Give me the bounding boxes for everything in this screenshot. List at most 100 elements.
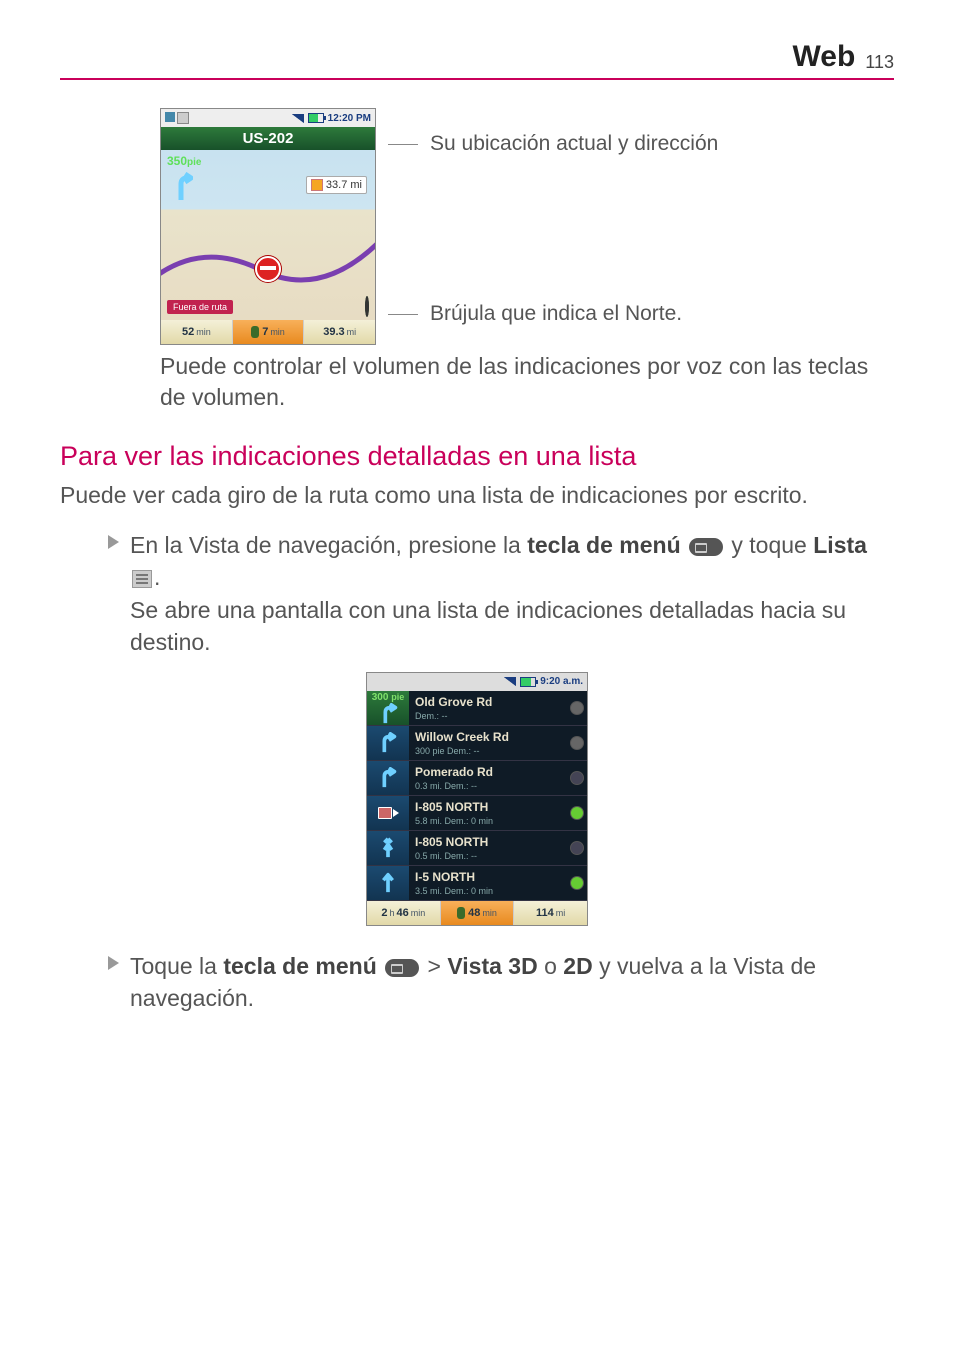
road-meta: 0.5 mi. Dem.: -- xyxy=(415,851,561,861)
trip-time-total: 52min xyxy=(161,320,233,344)
trip-info-bar: 52min 7min 39.3mi xyxy=(161,320,375,344)
traffic-icon xyxy=(251,326,259,338)
header-title: Web xyxy=(793,40,856,74)
bullet-arrow-icon xyxy=(108,956,119,970)
traffic-dot-icon xyxy=(570,701,584,715)
gps-icon xyxy=(165,112,175,122)
menu-key-icon xyxy=(689,538,723,556)
direction-text: Pomerado Rd 0.3 mi. Dem.: -- xyxy=(409,761,567,795)
header-page-number: 113 xyxy=(865,52,894,73)
battery-icon xyxy=(520,677,536,687)
directions-list: 300 pie Old Grove Rd Dem.: -- Willow Creek … xyxy=(367,691,587,901)
poi-icon xyxy=(311,179,323,191)
direction-icon-cell xyxy=(367,866,409,900)
remaining-distance-box: 33.7 mi xyxy=(306,176,367,194)
signal-icon xyxy=(504,677,516,686)
direction-row: I-5 NORTH 3.5 mi. Dem.: 0 min xyxy=(367,866,587,901)
direction-row: Willow Creek Rd 300 pie Dem.: -- xyxy=(367,726,587,761)
section-heading: Para ver las indicaciones detalladas en … xyxy=(60,441,894,472)
step1-text-d: Se abre una pantalla con una lista de in… xyxy=(130,597,846,655)
trip-distance-2: 114mi xyxy=(514,901,587,925)
road-name: Old Grove Rd xyxy=(415,695,561,709)
step2-text-b: > xyxy=(428,953,448,979)
direction-row: 300 pie Old Grove Rd Dem.: -- xyxy=(367,691,587,726)
direction-icon-cell xyxy=(367,761,409,795)
road-name: Pomerado Rd xyxy=(415,765,561,779)
menu-key-icon xyxy=(385,959,419,977)
direction-row: I-805 NORTH 0.5 mi. Dem.: -- xyxy=(367,831,587,866)
direction-row: Pomerado Rd 0.3 mi. Dem.: -- xyxy=(367,761,587,796)
direction-icon-cell xyxy=(367,831,409,865)
step1-text-a: En la Vista de navegación, presione la xyxy=(130,532,527,558)
statusbar: 12:20 PM xyxy=(161,109,375,127)
road-meta: 300 pie Dem.: -- xyxy=(415,746,561,756)
trip-info-bar-2: 2h 46min 48min 114mi xyxy=(367,901,587,925)
page-header: Web 113 xyxy=(60,40,894,80)
trip-distance: 39.3mi xyxy=(304,320,375,344)
traffic-dot-icon xyxy=(570,876,584,890)
status-time: 12:20 PM xyxy=(328,113,371,124)
vista-3d-label: Vista 3D xyxy=(447,953,537,979)
annotation-location-text: Su ubicación actual y dirección xyxy=(430,132,718,156)
turn-right-icon xyxy=(377,767,399,789)
menu-key-label-2: tecla de menú xyxy=(223,953,376,979)
traffic-dot-cell xyxy=(567,796,587,830)
distance-number: 350 xyxy=(167,154,187,168)
traffic-dot-cell xyxy=(567,831,587,865)
traffic-dot-cell xyxy=(567,866,587,900)
road-meta: 3.5 mi. Dem.: 0 min xyxy=(415,886,561,896)
turn-arrow-icon xyxy=(169,172,193,202)
statusbar-2: 9:20 a.m. xyxy=(367,673,587,691)
step2-text-c: o xyxy=(538,953,564,979)
road-meta: 5.8 mi. Dem.: 0 min xyxy=(415,816,561,826)
step1-text-b: y toque xyxy=(731,532,813,558)
current-road-label: US-202 xyxy=(243,130,294,147)
direction-icon-cell xyxy=(367,726,409,760)
merge-icon xyxy=(377,837,399,859)
caption-volume: Puede controlar el volumen de las indica… xyxy=(160,351,894,413)
annotation-compass: Brújula que indica el Norte. xyxy=(398,302,718,326)
step2-text-a: Toque la xyxy=(130,953,223,979)
step1-text-c: . xyxy=(154,564,160,590)
compass-icon xyxy=(365,296,369,317)
traffic-dot-icon xyxy=(570,736,584,750)
traffic-dot-icon xyxy=(570,841,584,855)
annotation-location: Su ubicación actual y dirección xyxy=(398,132,718,156)
direction-text: I-805 NORTH 0.5 mi. Dem.: -- xyxy=(409,831,567,865)
traffic-dot-cell xyxy=(567,691,587,725)
phone-screenshot-nav: 12:20 PM US-202 350pie 33.7 mi xyxy=(160,108,376,345)
turn-right-icon xyxy=(377,732,399,754)
traffic-dot-icon xyxy=(570,771,584,785)
annotation-compass-text: Brújula que indica el Norte. xyxy=(430,302,682,326)
road-name: Willow Creek Rd xyxy=(415,730,561,744)
step-return-3d: Toque la tecla de menú > Vista 3D o 2D y… xyxy=(130,950,894,1014)
status-time-2: 9:20 a.m. xyxy=(540,676,583,687)
traffic-dot-cell xyxy=(567,726,587,760)
no-entry-icon xyxy=(255,256,281,282)
figure-directions-list: 9:20 a.m. 300 pie Old Grove Rd Dem.: -- Wil… xyxy=(60,672,894,926)
road-meta: 0.3 mi. Dem.: -- xyxy=(415,781,561,791)
battery-icon xyxy=(308,113,324,123)
lista-label: Lista xyxy=(813,532,867,558)
road-name: I-805 NORTH xyxy=(415,800,561,814)
straight-icon xyxy=(377,872,399,894)
section-intro: Puede ver cada giro de la ruta como una … xyxy=(60,480,894,511)
step-open-list: En la Vista de navegación, presione la t… xyxy=(130,529,894,658)
road-name: I-5 NORTH xyxy=(415,870,561,884)
direction-text: Old Grove Rd Dem.: -- xyxy=(409,691,567,725)
traffic-dot-icon xyxy=(570,806,584,820)
direction-text: I-5 NORTH 3.5 mi. Dem.: 0 min xyxy=(409,866,567,900)
direction-icon-cell: 300 pie xyxy=(367,691,409,725)
remaining-distance-value: 33.7 mi xyxy=(326,179,362,191)
menu-key-label: tecla de menú xyxy=(527,532,680,558)
direction-icon-cell xyxy=(367,796,409,830)
off-route-badge: Fuera de ruta xyxy=(167,300,233,314)
next-turn-distance: 350pie xyxy=(167,154,201,168)
vista-2d-label: 2D xyxy=(563,953,592,979)
road-meta: Dem.: -- xyxy=(415,711,561,721)
road-name: I-805 NORTH xyxy=(415,835,561,849)
sync-icon xyxy=(177,112,189,124)
signal-icon xyxy=(292,114,304,123)
trip-time-next-2: 48min xyxy=(441,901,515,925)
direction-text: I-805 NORTH 5.8 mi. Dem.: 0 min xyxy=(409,796,567,830)
